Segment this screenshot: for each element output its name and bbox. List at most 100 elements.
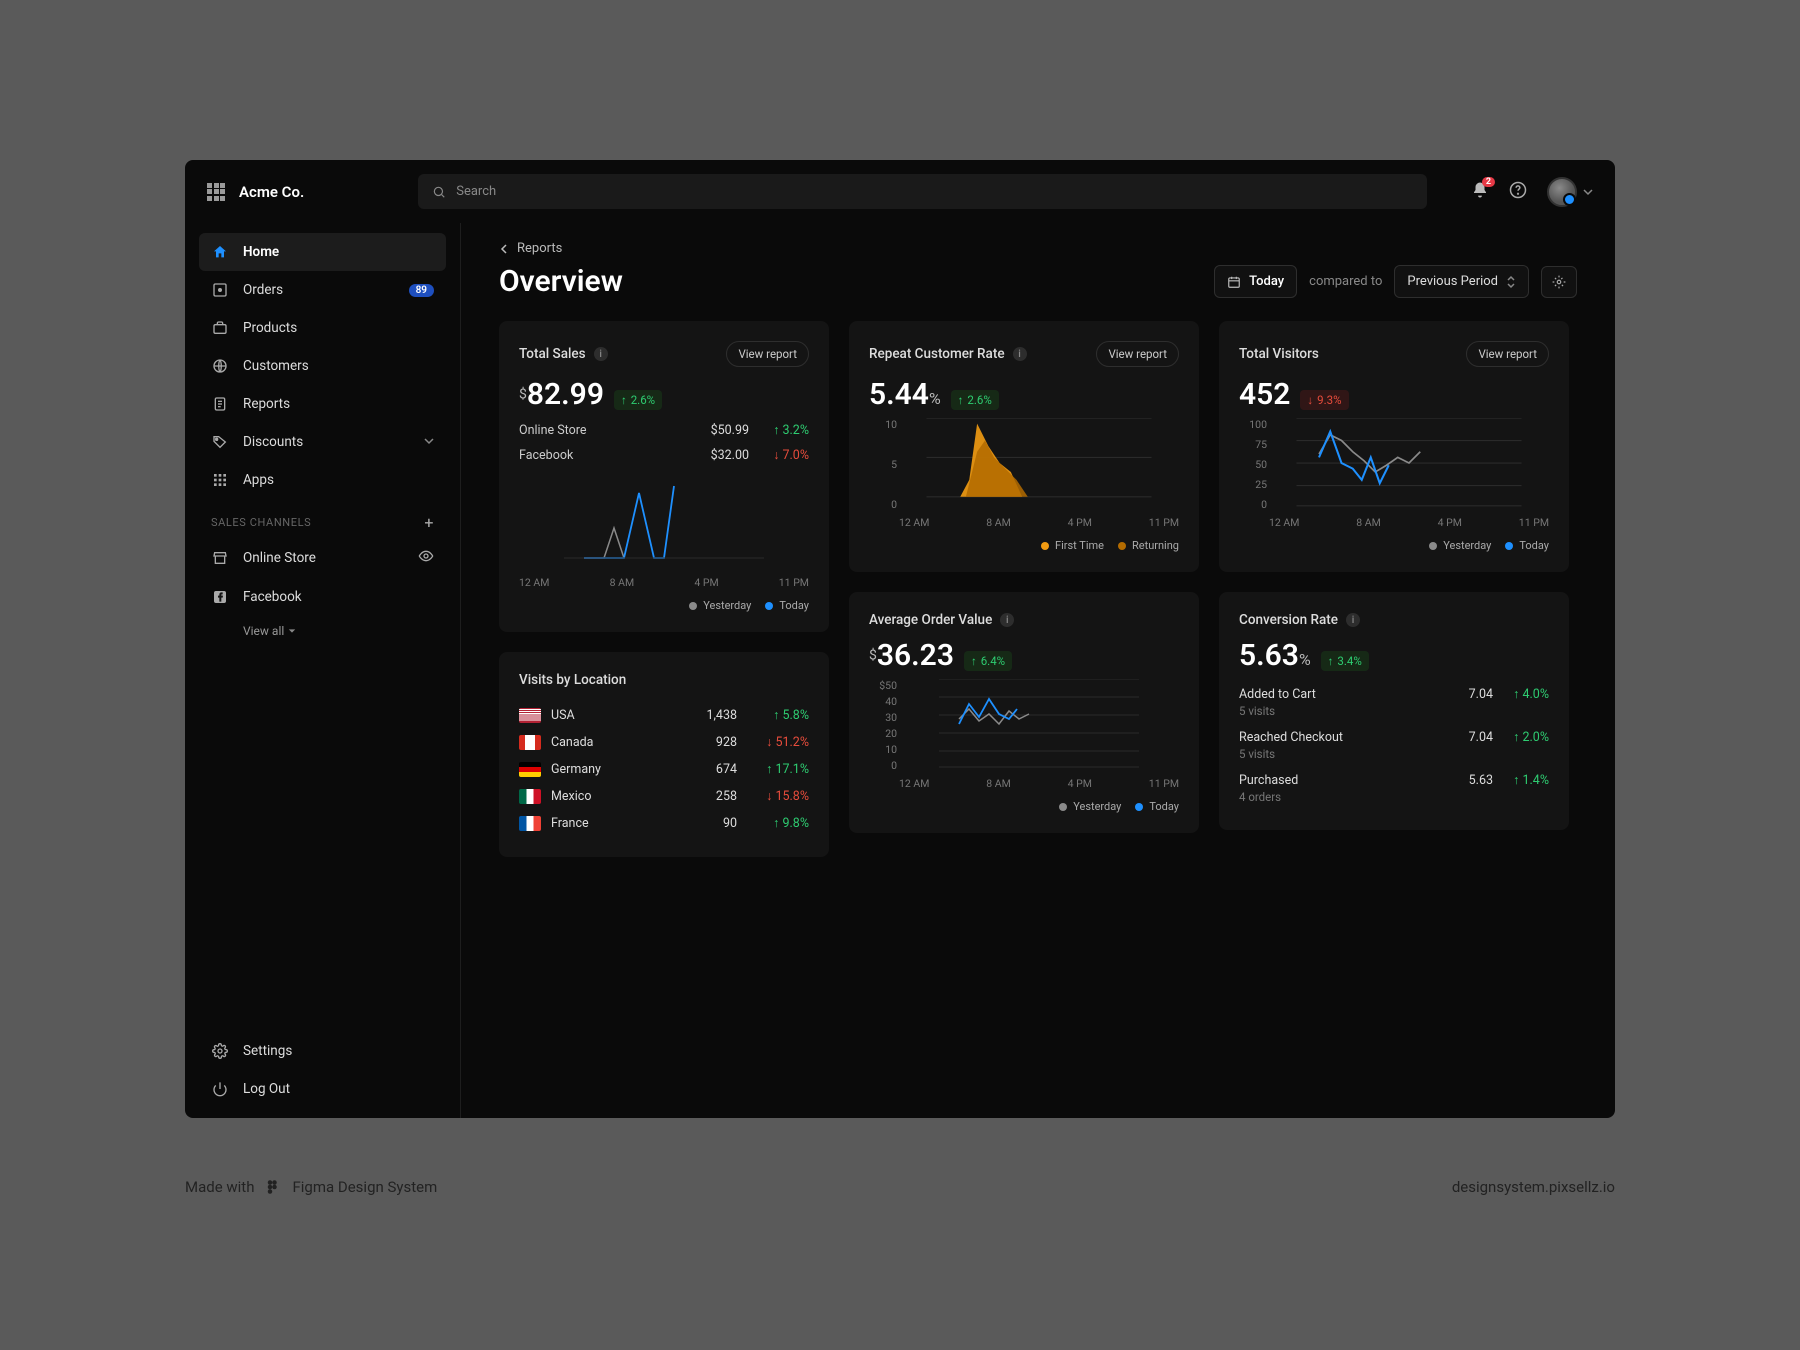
conversion-sub: 5 visits [1239, 704, 1443, 718]
tag-icon [211, 433, 229, 451]
x-axis: 12 AM 8 AM 4 PM 11 PM [1269, 516, 1549, 529]
sales-chart [519, 478, 809, 568]
delta-up: ↑ 2.6% [951, 390, 999, 410]
flag-icon [519, 816, 541, 831]
controls: Today compared to Previous Period [1214, 265, 1577, 298]
app-window: Acme Co. Search 2 Home [185, 160, 1615, 1118]
sidebar-item-discounts[interactable]: Discounts [199, 423, 446, 461]
sidebar-item-settings[interactable]: Settings [199, 1032, 446, 1070]
y-axis: 10 5 0 [869, 418, 897, 511]
sidebar-item-label: Products [243, 320, 297, 336]
search-input[interactable]: Search [418, 174, 1427, 209]
info-icon[interactable]: i [1013, 347, 1027, 361]
apps-grid-icon[interactable] [207, 183, 225, 201]
table-row: Facebook $32.00 ↓ 7.0% [519, 443, 809, 468]
grid-icon [211, 471, 229, 489]
location-value: 1,438 [687, 708, 737, 723]
card-title: Conversion Rate i [1239, 612, 1360, 628]
location-value: 674 [687, 762, 737, 777]
credits-url: designsystem.pixsellz.io [1452, 1178, 1615, 1196]
sidebar-item-online-store[interactable]: Online Store [199, 538, 446, 578]
figma-icon [264, 1178, 282, 1196]
help-button[interactable] [1509, 181, 1527, 203]
delta-down: ↓ 9.3% [1300, 390, 1348, 410]
view-report-button[interactable]: View report [726, 341, 809, 367]
conversion-label: Reached Checkout [1239, 730, 1443, 745]
info-icon[interactable]: i [1000, 613, 1014, 627]
aov-chart [899, 679, 1179, 769]
card-visits-by-location: Visits by Location USA 1,438 ↑ 5.8% Cana… [499, 652, 829, 857]
gear-icon [211, 1042, 229, 1060]
view-report-button[interactable]: View report [1466, 341, 1549, 367]
chevron-left-icon [499, 244, 509, 254]
globe-icon [211, 357, 229, 375]
title-row: Overview Today compared to Previous Peri… [499, 264, 1577, 299]
sidebar-item-products[interactable]: Products [199, 309, 446, 347]
sidebar-item-home[interactable]: Home [199, 233, 446, 271]
location-delta: ↑ 9.8% [747, 816, 809, 831]
home-icon [211, 243, 229, 261]
sidebar-item-reports[interactable]: Reports [199, 385, 446, 423]
repeat-chart [899, 418, 1179, 508]
conversion-value: 7.04 [1443, 730, 1493, 745]
metric: $82.99 ↑ 2.6% [519, 377, 809, 412]
y-axis: $50 40 30 20 10 0 [869, 679, 897, 772]
location-label: Mexico [551, 789, 677, 804]
sidebar-item-apps[interactable]: Apps [199, 461, 446, 499]
add-channel-button[interactable]: + [424, 513, 434, 532]
delta-up: ↑ 2.6% [614, 390, 662, 410]
info-icon[interactable]: i [1346, 613, 1360, 627]
sidebar-item-logout[interactable]: Log Out [199, 1070, 446, 1108]
sidebar-item-label: Facebook [243, 589, 302, 605]
notifications-button[interactable]: 2 [1471, 181, 1489, 203]
period-selector[interactable]: Previous Period [1394, 265, 1529, 298]
breadcrumb[interactable]: Reports [499, 241, 1577, 256]
sidebar-item-orders[interactable]: Orders 89 [199, 271, 446, 309]
conversion-value: 7.04 [1443, 687, 1493, 702]
flag-icon [519, 708, 541, 723]
view-report-button[interactable]: View report [1096, 341, 1179, 367]
sidebar-item-label: Reports [243, 396, 290, 412]
inbox-icon [211, 281, 229, 299]
x-axis: 12 AM 8 AM 4 PM 11 PM [519, 576, 809, 589]
card-visitors: Total Visitors View report 452 ↓ 9.3% 10… [1219, 321, 1569, 572]
chevron-down-icon [424, 434, 434, 450]
sidebar-item-label: Online Store [243, 550, 316, 566]
sidebar-item-label: Orders [243, 282, 283, 298]
chevron-down-icon [1583, 187, 1593, 197]
sidebar-footer: Settings Log Out [199, 1032, 446, 1108]
logo-group: Acme Co. [207, 183, 304, 201]
sidebar-item-facebook[interactable]: Facebook [199, 578, 446, 616]
sidebar-item-label: Apps [243, 472, 274, 488]
conversion-row: Reached Checkout 7.04 ↑ 2.0% 5 visits [1239, 724, 1549, 767]
conversion-delta: ↑ 2.0% [1493, 730, 1549, 745]
sidebar-item-customers[interactable]: Customers [199, 347, 446, 385]
app-body: Home Orders 89 Products Customers Report… [185, 223, 1615, 1118]
sidebar-item-label: Customers [243, 358, 309, 374]
info-icon[interactable]: i [594, 347, 608, 361]
user-menu[interactable] [1547, 177, 1593, 207]
metric: $36.23 ↑ 6.4% [869, 638, 1179, 673]
conversion-value: 5.63 [1443, 773, 1493, 788]
avatar [1547, 177, 1577, 207]
card-title: Total Sales i [519, 346, 608, 362]
legend: Yesterday Today [869, 800, 1179, 813]
eye-icon[interactable] [418, 548, 434, 568]
location-row: Canada 928 ↓ 51.2% [519, 729, 809, 756]
location-label: Germany [551, 762, 677, 777]
settings-button[interactable] [1541, 266, 1577, 298]
location-delta: ↑ 5.8% [747, 708, 809, 723]
date-picker[interactable]: Today [1214, 265, 1297, 298]
card-title: Average Order Value i [869, 612, 1014, 628]
location-delta: ↓ 51.2% [747, 735, 809, 750]
main-content: Reports Overview Today compared to Previ… [461, 223, 1615, 1118]
card-total-sales: Total Sales i View report $82.99 ↑ 2.6% … [499, 321, 829, 632]
conversion-sub: 4 orders [1239, 790, 1443, 804]
conversion-label: Added to Cart [1239, 687, 1443, 702]
flag-icon [519, 762, 541, 777]
sidebar-item-label: Home [243, 244, 279, 260]
view-all-link[interactable]: View all [199, 616, 446, 646]
clipboard-icon [211, 395, 229, 413]
sort-icon [1506, 275, 1516, 289]
card-conversion: Conversion Rate i 5.63% ↑ 3.4% Added to … [1219, 592, 1569, 830]
